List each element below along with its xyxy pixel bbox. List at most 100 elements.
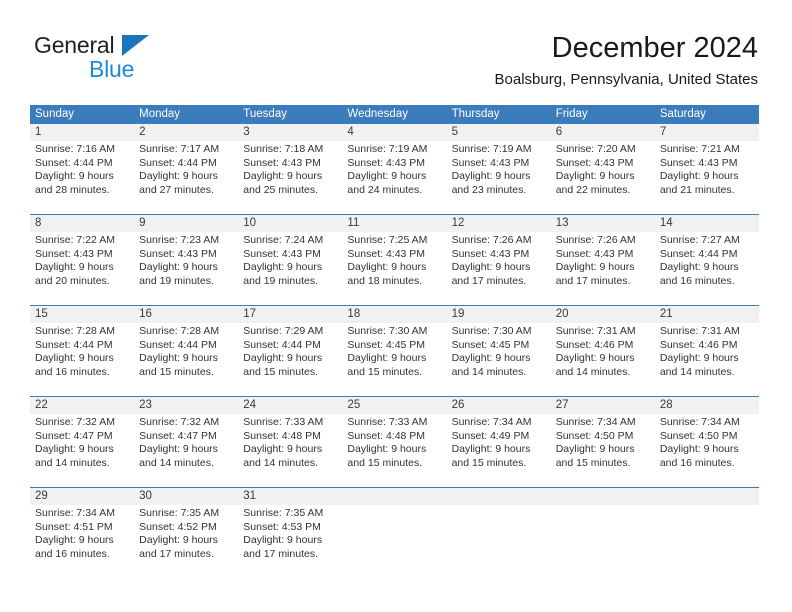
day-number: 31 <box>243 490 257 502</box>
calendar-day-cell[interactable]: 19 Sunrise: 7:30 AM Sunset: 4:45 PM Dayli… <box>447 306 551 396</box>
calendar-day-cell[interactable]: 30 Sunrise: 7:35 AM Sunset: 4:52 PM Dayli… <box>134 488 238 578</box>
calendar-day-cell[interactable]: 4 Sunrise: 7:19 AM Sunset: 4:43 PM Daylig… <box>342 124 446 214</box>
sun-times-text: Sunrise: 7:34 AM Sunset: 4:51 PM Dayligh… <box>35 507 115 560</box>
weekday-header-sunday: Sunday <box>35 108 75 120</box>
calendar-day-cell[interactable]: 3 Sunrise: 7:18 AM Sunset: 4:43 PM Daylig… <box>238 124 342 214</box>
calendar-week-row: 8 Sunrise: 7:22 AM Sunset: 4:43 PM Daylig… <box>30 214 759 305</box>
sun-times-text: Sunrise: 7:34 AM Sunset: 4:49 PM Dayligh… <box>451 416 532 469</box>
sun-times-text: Sunrise: 7:24 AM Sunset: 4:43 PM Dayligh… <box>243 234 324 287</box>
calendar-day-cell[interactable]: 28 Sunrise: 7:34 AM Sunset: 4:50 PM Dayli… <box>655 397 759 487</box>
sun-times-text: Sunrise: 7:30 AM Sunset: 4:45 PM Dayligh… <box>451 325 532 378</box>
page-subtitle: Boalsburg, Pennsylvania, United States <box>494 71 759 88</box>
sun-times-text: Sunrise: 7:29 AM Sunset: 4:44 PM Dayligh… <box>243 325 324 378</box>
sun-times-text: Sunrise: 7:22 AM Sunset: 4:43 PM Dayligh… <box>35 234 115 287</box>
calendar-page: General Blue December 2024 Boalsburg, Pe… <box>0 0 792 612</box>
sun-times-text: Sunrise: 7:30 AM Sunset: 4:45 PM Dayligh… <box>347 325 428 378</box>
weekday-header-row: Sunday Monday Tuesday Wednesday Thursday Frid… <box>30 105 759 124</box>
sun-times-text: Sunrise: 7:35 AM Sunset: 4:52 PM Dayligh… <box>139 507 220 560</box>
day-number: 14 <box>659 217 673 229</box>
day-number: 18 <box>347 308 361 320</box>
calendar-day-cell[interactable]: 22 Sunrise: 7:32 AM Sunset: 4:47 PM Dayli… <box>30 397 134 487</box>
calendar-day-cell[interactable]: 21 Sunrise: 7:31 AM Sunset: 4:46 PM Dayli… <box>655 306 759 396</box>
sun-times-text: Sunrise: 7:26 AM Sunset: 4:43 PM Dayligh… <box>555 234 636 287</box>
day-number <box>660 488 756 505</box>
sun-times-text: Sunrise: 7:35 AM Sunset: 4:53 PM Dayligh… <box>243 507 324 560</box>
day-number: 17 <box>243 308 257 320</box>
weekday-header-saturday: Saturday <box>659 108 706 120</box>
sun-times-text: Sunrise: 7:33 AM Sunset: 4:48 PM Dayligh… <box>243 416 324 469</box>
day-number: 7 <box>659 126 667 138</box>
calendar-week-row: 1 Sunrise: 7:16 AM Sunset: 4:44 PM Daylig… <box>30 124 759 214</box>
calendar-day-cell[interactable]: 2 Sunrise: 7:17 AM Sunset: 4:44 PM Daylig… <box>134 124 238 214</box>
day-number: 11 <box>347 217 360 229</box>
general-blue-logo[interactable]: General Blue <box>34 32 214 88</box>
sun-times-text: Sunrise: 7:34 AM Sunset: 4:50 PM Dayligh… <box>659 416 740 469</box>
day-number: 20 <box>555 308 569 320</box>
weekday-header-friday: Friday <box>555 108 588 120</box>
calendar-day-cell[interactable]: 29 Sunrise: 7:34 AM Sunset: 4:51 PM Dayli… <box>30 488 134 578</box>
sun-times-text: Sunrise: 7:23 AM Sunset: 4:43 PM Dayligh… <box>139 234 220 287</box>
calendar-day-cell[interactable]: 23 Sunrise: 7:32 AM Sunset: 4:47 PM Dayli… <box>134 397 238 487</box>
title-block: December 2024 Boalsburg, Pennsylvania, U… <box>495 30 759 91</box>
calendar-day-cell[interactable]: 13 Sunrise: 7:26 AM Sunset: 4:43 PM Dayli… <box>551 215 655 305</box>
day-number: 30 <box>139 490 152 502</box>
day-number: 1 <box>35 126 42 138</box>
day-number: 21 <box>659 308 673 320</box>
day-number: 24 <box>243 399 257 411</box>
calendar-day-cell[interactable]: 31 Sunrise: 7:35 AM Sunset: 4:53 PM Dayli… <box>238 488 342 578</box>
day-number: 28 <box>659 399 673 411</box>
day-number: 10 <box>243 217 257 229</box>
calendar-day-cell[interactable]: 5 Sunrise: 7:19 AM Sunset: 4:43 PM Daylig… <box>447 124 551 214</box>
sun-times-text: Sunrise: 7:28 AM Sunset: 4:44 PM Dayligh… <box>35 325 115 378</box>
calendar-day-cell[interactable]: 20 Sunrise: 7:31 AM Sunset: 4:46 PM Dayli… <box>551 306 655 396</box>
day-number: 29 <box>35 490 48 502</box>
day-number: 19 <box>451 308 465 320</box>
calendar-day-cell[interactable]: 12 Sunrise: 7:26 AM Sunset: 4:43 PM Dayli… <box>447 215 551 305</box>
sun-times-text: Sunrise: 7:16 AM Sunset: 4:44 PM Dayligh… <box>35 143 115 196</box>
day-number: 9 <box>139 217 146 229</box>
calendar-week-row: 22 Sunrise: 7:32 AM Sunset: 4:47 PM Dayli… <box>30 396 759 487</box>
calendar-day-cell[interactable]: 17 Sunrise: 7:29 AM Sunset: 4:44 PM Dayli… <box>238 306 342 396</box>
calendar-day-cell[interactable]: 11 Sunrise: 7:25 AM Sunset: 4:43 PM Dayli… <box>342 215 446 305</box>
weekday-header-monday: Monday <box>139 108 181 120</box>
calendar-day-cell[interactable]: 27 Sunrise: 7:34 AM Sunset: 4:50 PM Dayli… <box>551 397 655 487</box>
day-number: 2 <box>139 126 146 138</box>
sun-times-text: Sunrise: 7:18 AM Sunset: 4:43 PM Dayligh… <box>243 143 324 196</box>
page-header: General Blue December 2024 Boalsburg, Pe… <box>34 30 758 96</box>
day-number: 13 <box>555 217 569 229</box>
day-number: 3 <box>243 126 250 138</box>
calendar-day-cell[interactable]: 25 Sunrise: 7:33 AM Sunset: 4:48 PM Dayli… <box>342 397 446 487</box>
day-number: 22 <box>35 399 48 411</box>
calendar-day-cell-empty <box>551 488 655 578</box>
sun-times-text: Sunrise: 7:21 AM Sunset: 4:43 PM Dayligh… <box>659 143 740 196</box>
calendar-day-cell[interactable]: 8 Sunrise: 7:22 AM Sunset: 4:43 PM Daylig… <box>30 215 134 305</box>
day-number <box>556 488 652 505</box>
day-number: 15 <box>35 308 48 320</box>
day-number <box>347 488 443 505</box>
calendar-week-row: 15 Sunrise: 7:28 AM Sunset: 4:44 PM Dayli… <box>30 305 759 396</box>
logo-triangle-icon <box>122 35 149 56</box>
weekday-header-tuesday: Tuesday <box>243 108 287 120</box>
sun-times-text: Sunrise: 7:25 AM Sunset: 4:43 PM Dayligh… <box>347 234 428 287</box>
sun-times-text: Sunrise: 7:26 AM Sunset: 4:43 PM Dayligh… <box>451 234 532 287</box>
day-number: 16 <box>139 308 152 320</box>
calendar-day-cell[interactable]: 15 Sunrise: 7:28 AM Sunset: 4:44 PM Dayli… <box>30 306 134 396</box>
calendar-day-cell[interactable]: 7 Sunrise: 7:21 AM Sunset: 4:43 PM Daylig… <box>655 124 759 214</box>
calendar-day-cell[interactable]: 24 Sunrise: 7:33 AM Sunset: 4:48 PM Dayli… <box>238 397 342 487</box>
calendar-grid: Sunday Monday Tuesday Wednesday Thursday Frid… <box>30 105 759 578</box>
calendar-day-cell[interactable]: 9 Sunrise: 7:23 AM Sunset: 4:43 PM Daylig… <box>134 215 238 305</box>
calendar-day-cell[interactable]: 10 Sunrise: 7:24 AM Sunset: 4:43 PM Dayli… <box>238 215 342 305</box>
calendar-day-cell[interactable]: 18 Sunrise: 7:30 AM Sunset: 4:45 PM Dayli… <box>342 306 446 396</box>
sun-times-text: Sunrise: 7:19 AM Sunset: 4:43 PM Dayligh… <box>347 143 428 196</box>
day-number: 5 <box>451 126 458 138</box>
sun-times-text: Sunrise: 7:32 AM Sunset: 4:47 PM Dayligh… <box>139 416 220 469</box>
calendar-day-cell-empty <box>447 488 551 578</box>
calendar-day-cell[interactable]: 26 Sunrise: 7:34 AM Sunset: 4:49 PM Dayli… <box>447 397 551 487</box>
sun-times-text: Sunrise: 7:17 AM Sunset: 4:44 PM Dayligh… <box>139 143 220 196</box>
day-number: 4 <box>347 126 354 138</box>
page-title: December 2024 <box>551 32 758 64</box>
calendar-day-cell[interactable]: 14 Sunrise: 7:27 AM Sunset: 4:44 PM Dayli… <box>655 215 759 305</box>
calendar-day-cell[interactable]: 16 Sunrise: 7:28 AM Sunset: 4:44 PM Dayli… <box>134 306 238 396</box>
calendar-day-cell[interactable]: 1 Sunrise: 7:16 AM Sunset: 4:44 PM Daylig… <box>30 124 134 214</box>
calendar-day-cell[interactable]: 6 Sunrise: 7:20 AM Sunset: 4:43 PM Daylig… <box>551 124 655 214</box>
